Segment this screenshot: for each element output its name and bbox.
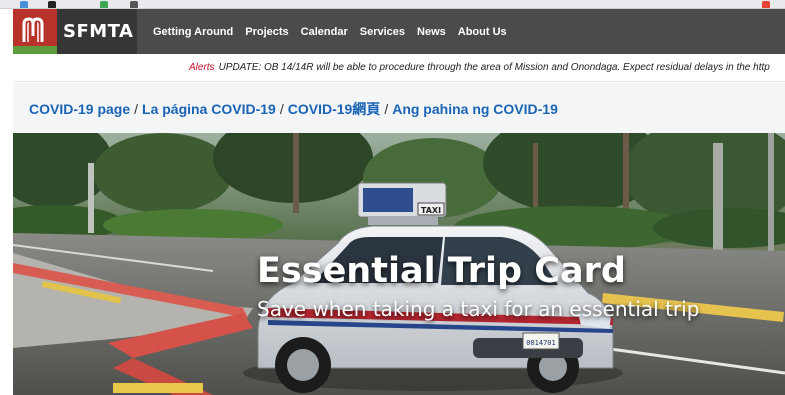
covid-link-english[interactable]: COVID-19 page [29,101,130,117]
browser-tab-icon[interactable] [762,1,770,8]
nav-item-services[interactable]: Services [360,26,405,38]
browser-tab-strip [0,0,785,9]
browser-tab-icon[interactable] [130,1,138,8]
covid-link-chinese[interactable]: COVID-19網頁 [288,101,381,117]
browser-tab-icon[interactable] [20,1,28,8]
hero-subtitle: Save when taking a taxi for an essential… [257,297,700,321]
nav-item-calendar[interactable]: Calendar [301,26,348,38]
covid-links-bar: COVID-19 page / La página COVID-19/COVID-1… [13,83,785,133]
hero-banner[interactable]: TAXI 0014701 Essential Trip Card Save whe… [13,133,785,395]
covid-link-filipino[interactable]: Ang pahina ng COVID-19 [392,101,558,117]
separator: / [134,101,139,117]
alert-message[interactable]: Alerts UPDATE: OB 14/14R will be able to … [189,62,770,73]
main-navbar: SFMTA Getting Around Projects Calendar S… [13,9,785,54]
alert-label[interactable]: Alerts [189,62,215,73]
nav-item-projects[interactable]: Projects [245,26,288,38]
license-plate-text: 0014701 [526,339,556,347]
browser-tab-icon[interactable] [100,1,108,8]
sfmta-logo-icon [13,9,57,54]
browser-tab-icon[interactable] [48,1,56,8]
brand-name: SFMTA [63,21,134,42]
separator: / [279,101,284,117]
separator: / [384,101,389,117]
taxi-roof-sign-text: TAXI [421,206,441,215]
alert-text: UPDATE: OB 14/14R will be able to proced… [218,62,770,73]
brand-home-link[interactable]: SFMTA [13,9,137,54]
alert-ticker: Alerts UPDATE: OB 14/14R will be able to … [13,54,785,82]
covid-link-spanish[interactable]: La página COVID-19 [142,101,276,117]
primary-nav: Getting Around Projects Calendar Service… [153,9,519,54]
covid-links: COVID-19 page / La página COVID-19/COVID-1… [29,99,558,119]
muni-worm-icon [22,17,44,42]
hero-title[interactable]: Essential Trip Card [257,251,626,291]
nav-item-getting-around[interactable]: Getting Around [153,26,233,38]
nav-item-about-us[interactable]: About Us [458,26,507,38]
nav-item-news[interactable]: News [417,26,446,38]
